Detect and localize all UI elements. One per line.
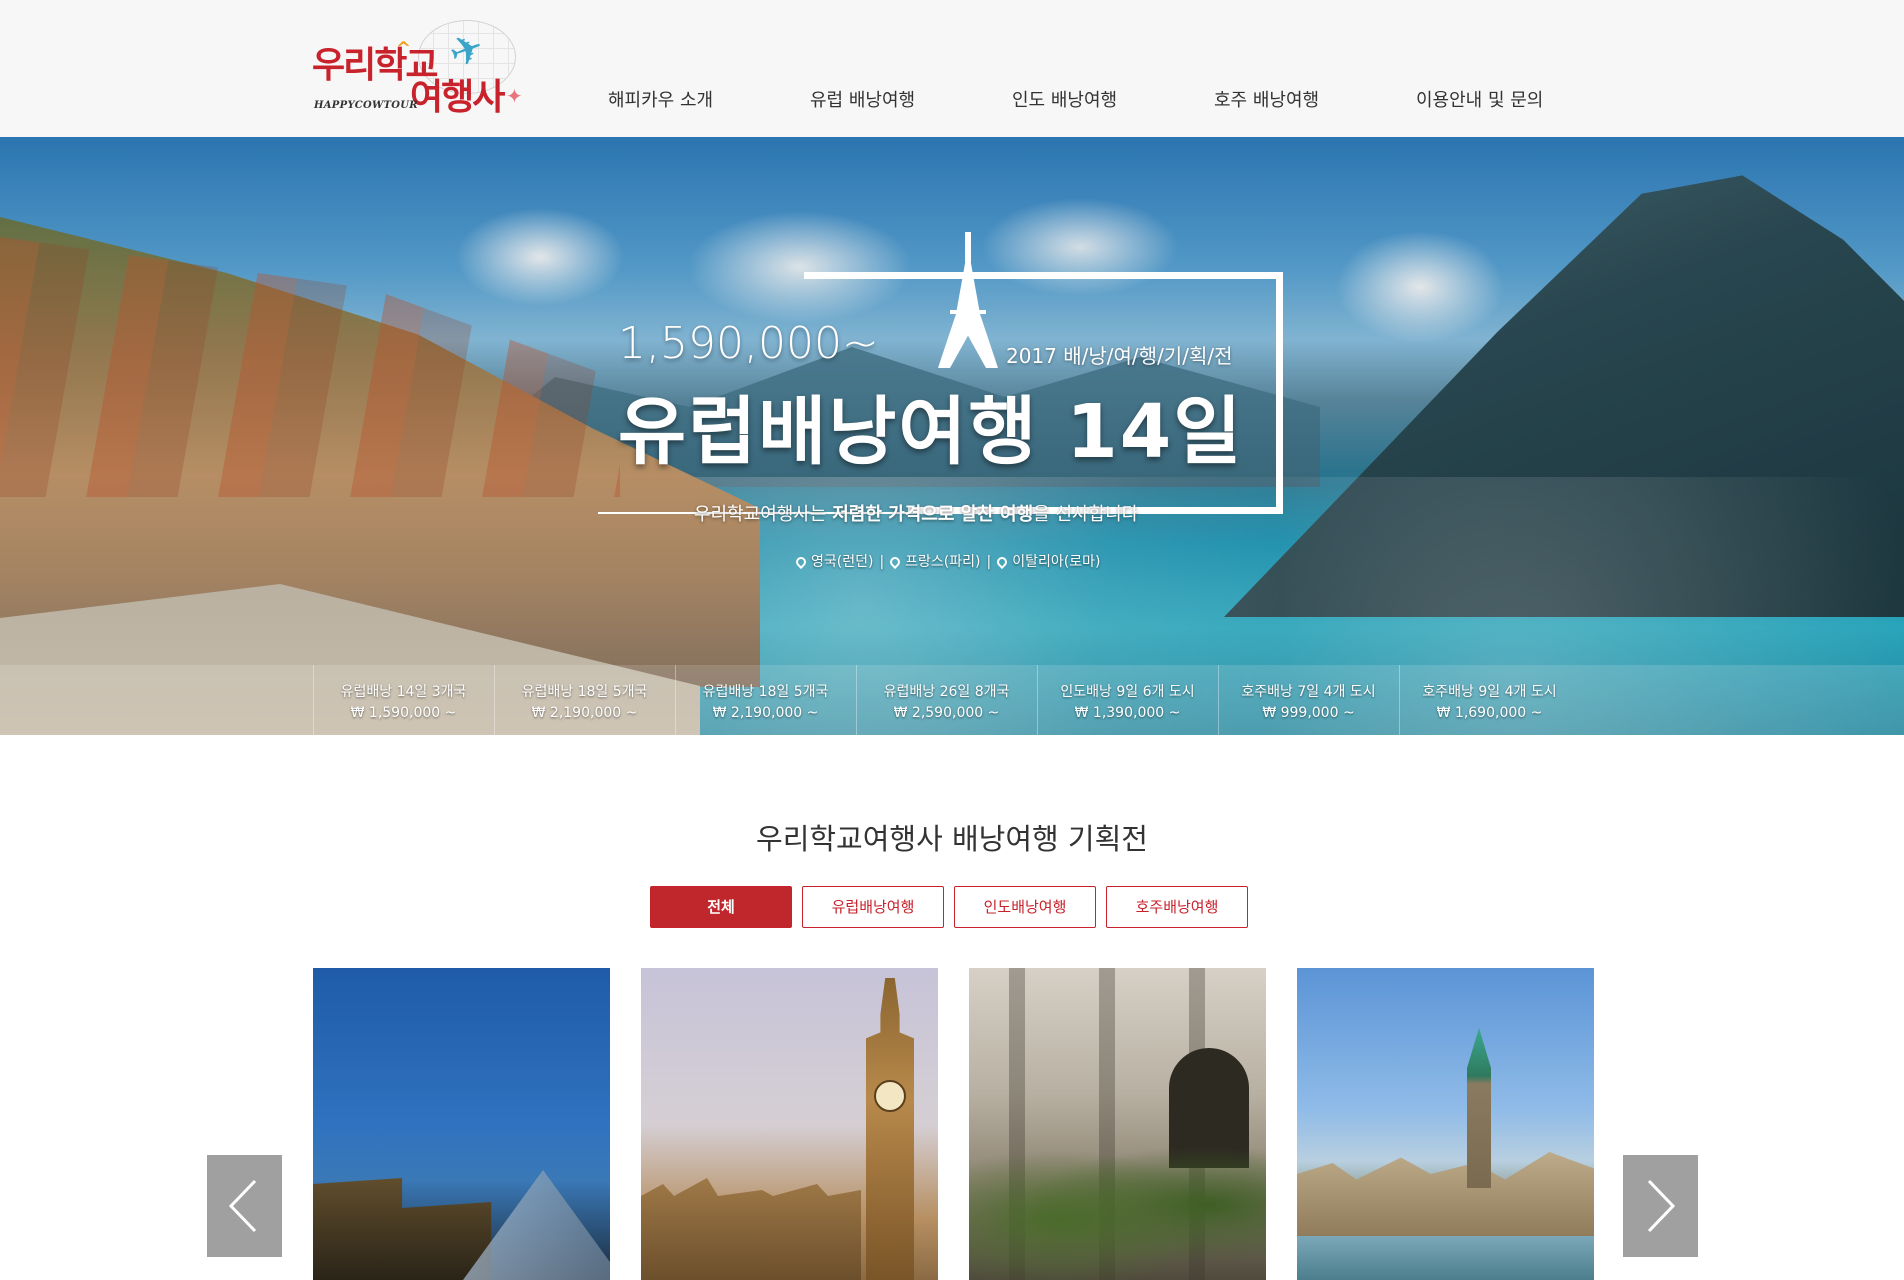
eiffel-tower-icon [938, 232, 998, 368]
location-pin-icon [793, 554, 809, 570]
package-item[interactable]: 유럽배낭 14일 3개국 ₩ 1,590,000 ~ [313, 665, 493, 735]
tab-all[interactable]: 전체 [650, 886, 792, 928]
location-pin-icon [888, 554, 903, 570]
carousel-prev-button[interactable] [207, 1155, 282, 1257]
package-item[interactable]: 호주배낭 9일 4개 도시 ₩ 1,690,000 ~ [1399, 665, 1579, 735]
hero-destinations: 영국(런던) | 프랑스(파리) | 이탈리아(로마) [793, 551, 1100, 571]
carousel-next-button[interactable] [1623, 1155, 1698, 1257]
package-item[interactable]: 인도배낭 9일 6개 도시 ₩ 1,390,000 ~ [1037, 665, 1217, 735]
package-item[interactable]: 호주배낭 7일 4개 도시 ₩ 999,000 ~ [1218, 665, 1398, 735]
chevron-right-icon [1647, 1179, 1676, 1233]
location-pin-icon [995, 554, 1010, 570]
nav-item-europe[interactable]: 유럽 배낭여행 [810, 86, 915, 112]
category-tabs: 전체 유럽배낭여행 인도배낭여행 호주배낭여행 [650, 886, 1250, 928]
big-ben-photo [866, 978, 914, 1280]
section-title: 우리학교여행사 배낭여행 기획전 [756, 822, 1148, 856]
hero-tagline: 우리학교여행사는 저렴한 가격으로 알찬 여행을 선사합니다 [694, 504, 1139, 525]
nav-item-about[interactable]: 해피카우 소개 [608, 86, 713, 112]
product-card[interactable] [969, 968, 1266, 1280]
tab-australia[interactable]: 호주배낭여행 [1106, 886, 1248, 928]
hero-subtitle: 2017 배/낭/여/행/기/획/전 [1006, 344, 1233, 368]
product-card[interactable] [1297, 968, 1594, 1280]
package-strip: 유럽배낭 14일 3개국 ₩ 1,590,000 ~ 유럽배낭 18일 5개국 ₩ … [0, 665, 1904, 735]
package-item[interactable]: 유럽배낭 18일 5개국 ₩ 2,190,000 ~ [675, 665, 855, 735]
zurich-photo [1297, 1152, 1594, 1240]
product-card[interactable] [641, 968, 938, 1280]
nav-item-australia[interactable]: 호주 배낭여행 [1214, 86, 1319, 112]
package-item[interactable]: 유럽배낭 26일 8개국 ₩ 2,590,000 ~ [856, 665, 1036, 735]
product-card[interactable] [313, 968, 610, 1280]
clock-icon [874, 1080, 906, 1112]
main-nav: 해피카우 소개 유럽 배낭여행 인도 배낭여행 호주 배낭여행 이용안내 및 문… [0, 86, 1904, 112]
tab-europe[interactable]: 유럽배낭여행 [802, 886, 944, 928]
hero-price: 1,590,000~ [618, 318, 879, 369]
chevron-left-icon [228, 1179, 257, 1233]
nav-item-info[interactable]: 이용안내 및 문의 [1416, 86, 1543, 112]
site-header: ✈ ^ 우리학교 여행사 ✦ HAPPYCOWTOUR 해피카우 소개 유럽 배… [0, 0, 1904, 137]
package-item[interactable]: 유럽배낭 18일 5개국 ₩ 2,190,000 ~ [494, 665, 674, 735]
nav-item-india[interactable]: 인도 배낭여행 [1012, 86, 1117, 112]
product-carousel [313, 968, 1594, 1280]
tab-india[interactable]: 인도배낭여행 [954, 886, 1096, 928]
hero-title: 유럽배낭여행 14일 [618, 389, 1244, 475]
